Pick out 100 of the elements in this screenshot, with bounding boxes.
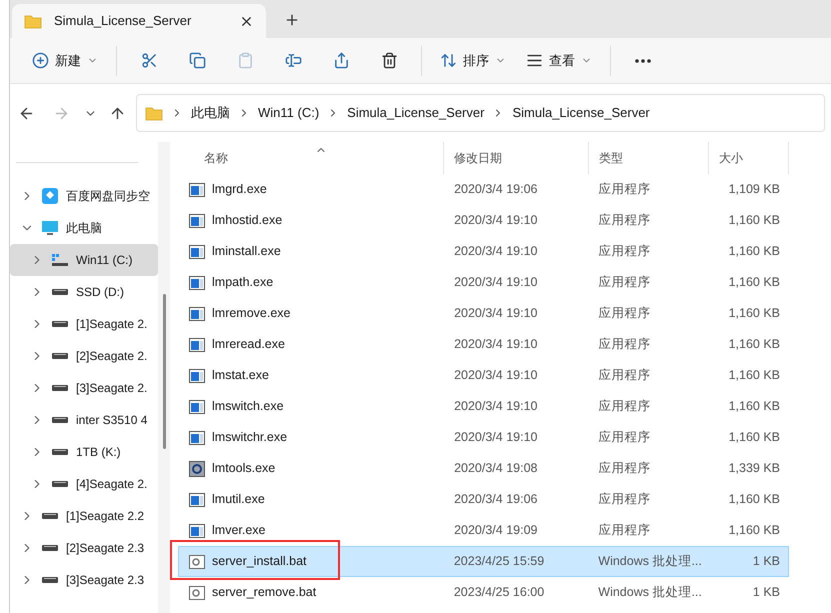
file-row[interactable]: lmtools.exe 2020/3/4 19:08 应用程序 1,339 KB [178, 453, 789, 484]
sidebar-item[interactable]: 百度网盘同步空 [10, 180, 158, 212]
type-cell-text: 应用程序 [598, 305, 652, 322]
size-cell-text: 1,160 KB [728, 243, 782, 260]
delete-icon [380, 52, 398, 69]
size-cell-text: 1,160 KB [728, 398, 782, 416]
new-button[interactable]: 新建 [22, 44, 108, 76]
size-cell-text: 1 KB [752, 553, 781, 570]
file-name: lmstat.exe [212, 367, 269, 384]
file-row[interactable]: lmhostid.exe 2020/3/4 19:10 应用程序 1,160 KB [178, 205, 789, 236]
date-cell-text: 2020/3/4 19:06 [453, 181, 538, 198]
sidebar-item[interactable]: [1]Seagate 2.2 [10, 500, 158, 532]
new-icon [32, 52, 49, 69]
file-row[interactable]: lmver.exe 2020/3/4 19:09 应用程序 1,160 KB [178, 515, 789, 546]
file-row[interactable]: lminstall.exe 2020/3/4 19:10 应用程序 1,160 KB [178, 236, 789, 267]
size-cell-text: 1,339 KB [728, 460, 782, 478]
size-cell-text: 1,160 KB [728, 367, 782, 384]
drive-icon [52, 289, 68, 295]
date-cell-text: 2020/3/4 19:10 [453, 243, 538, 260]
batch-file-icon [189, 586, 205, 600]
type-cell-text: 应用程序 [598, 491, 652, 508]
file-row[interactable]: lmreread.exe 2020/3/4 19:10 应用程序 1,160 KB [178, 329, 789, 360]
size-cell-text: 1,109 KB [728, 181, 782, 198]
sidebar-item[interactable]: SSD (D:) [10, 276, 158, 308]
date-cell-text: 2020/3/4 19:10 [453, 305, 538, 322]
sidebar-item[interactable]: [2]Seagate 2. [10, 340, 158, 372]
share-icon [332, 52, 350, 69]
new-tab-icon[interactable] [284, 12, 300, 28]
type-cell-text: 应用程序 [598, 522, 652, 540]
file-row[interactable]: lmswitch.exe 2020/3/4 19:10 应用程序 1,160 KB [178, 391, 789, 422]
system-drive-icon [51, 253, 69, 267]
view-button[interactable]: 查看 [516, 44, 602, 76]
tab-title: Simula_License_Server [54, 12, 192, 30]
batch-file-icon [189, 554, 205, 568]
view-icon [526, 52, 543, 69]
file-row[interactable]: server_install.bat 2023/4/25 15:59 Windows 批处理... 1 KB [178, 546, 789, 577]
size-cell-text: 1,160 KB [728, 491, 782, 508]
column-header[interactable]: 修改日期 [454, 149, 502, 167]
program-file-icon [189, 276, 205, 290]
size-cell-text: 1,160 KB [728, 305, 782, 322]
rename-icon [284, 52, 302, 69]
file-row[interactable]: lmstat.exe 2020/3/4 19:10 应用程序 1,160 KB [178, 360, 789, 391]
type-cell-text: 应用程序 [598, 336, 652, 354]
file-row[interactable]: server_remove.bat 2023/4/25 16:00 Windows 批处理... 1 KB [178, 577, 789, 608]
scrollbar[interactable] [162, 294, 166, 449]
gear-file-icon [189, 460, 205, 476]
drive-icon [42, 577, 58, 583]
program-file-icon [189, 430, 205, 444]
sidebar-item[interactable]: 此电脑 [10, 212, 158, 244]
sidebar-item[interactable]: Win11 (C:) [10, 244, 158, 276]
file-name: lmremove.exe [212, 305, 290, 322]
drive-icon [52, 353, 68, 359]
file-name: lmpath.exe [212, 274, 274, 292]
program-file-icon [189, 368, 205, 382]
sidebar-item[interactable]: [3]Seagate 2. [10, 372, 158, 404]
type-cell-text: 应用程序 [598, 460, 652, 478]
sidebar-item[interactable]: 1TB (K:) [10, 436, 158, 468]
paste-icon [236, 52, 254, 69]
program-file-icon [189, 400, 205, 414]
drive-icon [52, 417, 68, 423]
size-cell-text: 1,160 KB [728, 429, 782, 446]
sort-button[interactable]: 排序 [430, 44, 516, 76]
file-name: lmver.exe [212, 522, 266, 540]
drive-icon [52, 481, 68, 487]
drive-icon [52, 385, 68, 391]
window-tab[interactable]: Simula_License_Server [12, 4, 266, 38]
program-file-icon [189, 306, 205, 320]
sidebar-item[interactable]: inter S3510 4 [10, 404, 158, 436]
file-row[interactable]: lmutil.exe 2020/3/4 19:06 应用程序 1,160 KB [178, 484, 789, 515]
sidebar-item[interactable]: [1]Seagate 2. [10, 308, 158, 340]
file-row[interactable]: lmswitchr.exe 2020/3/4 19:10 应用程序 1,160 KB [178, 422, 789, 453]
file-name: server_install.bat [212, 553, 306, 570]
date-cell-text: 2020/3/4 19:08 [453, 460, 538, 478]
column-header[interactable]: 类型 [599, 149, 623, 167]
program-file-icon [189, 338, 205, 352]
file-name: lmutil.exe [212, 491, 265, 508]
size-cell-text: 1 KB [752, 584, 781, 602]
file-name: lmtools.exe [212, 460, 276, 478]
type-cell-text: Windows 批处理... [597, 584, 703, 602]
program-file-icon [189, 492, 205, 506]
file-row[interactable]: lmremove.exe 2020/3/4 19:10 应用程序 1,160 KB [178, 298, 789, 329]
type-cell-text: 应用程序 [598, 212, 652, 230]
drive-icon [42, 513, 58, 519]
breadcrumb-item[interactable]: Simula_License_Server [512, 103, 650, 123]
breadcrumb-item[interactable]: Win11 (C:) [258, 103, 320, 123]
sidebar-item[interactable]: [2]Seagate 2.3 [10, 532, 158, 564]
column-header[interactable]: 名称 [204, 149, 228, 167]
address-bar[interactable]: 此电脑 Win11 (C:) Simula_License_Server Simula_License_Server [136, 94, 825, 132]
sidebar-item[interactable]: [4]Seagate 2. [10, 468, 158, 500]
column-header[interactable]: 大小 [719, 149, 743, 167]
type-cell-text: Windows 批处理... [597, 553, 703, 570]
type-cell-text: 应用程序 [598, 367, 652, 384]
cloud-drive-icon [42, 188, 58, 204]
program-file-icon [189, 182, 205, 196]
file-row[interactable]: lmpath.exe 2020/3/4 19:10 应用程序 1,160 KB [178, 267, 789, 298]
date-cell-text: 2020/3/4 19:10 [453, 336, 538, 354]
breadcrumb-item[interactable]: 此电脑 [191, 103, 230, 123]
breadcrumb-item[interactable]: Simula_License_Server [347, 103, 484, 123]
file-row[interactable]: lmgrd.exe 2020/3/4 19:06 应用程序 1,109 KB [178, 174, 789, 205]
sidebar-item[interactable]: [3]Seagate 2.3 [10, 564, 158, 596]
